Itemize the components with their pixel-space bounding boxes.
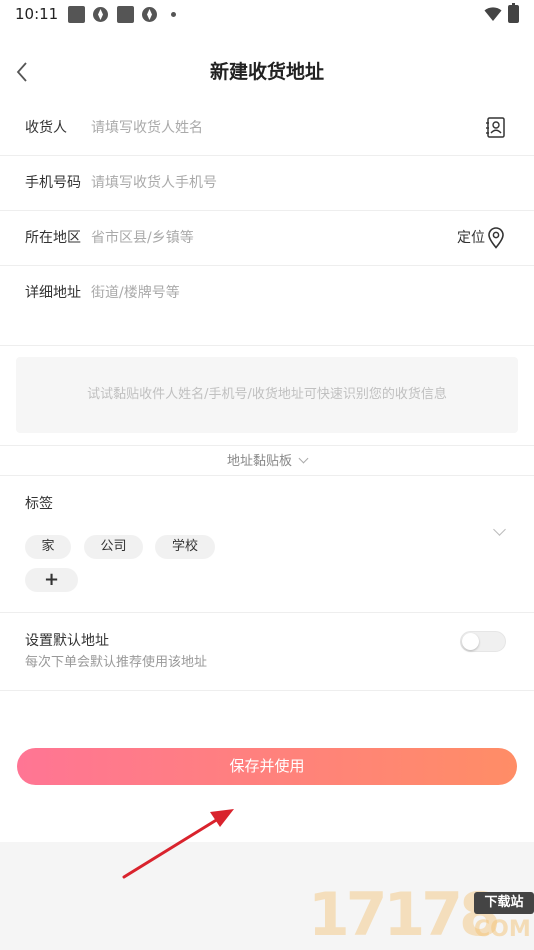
annotation-arrow-icon	[122, 809, 234, 879]
region-input[interactable]: 省市区县/乡镇等	[91, 228, 194, 248]
region-row[interactable]: 所在地区 省市区县/乡镇等	[0, 211, 534, 266]
clipboard-toggle-button[interactable]: 地址黏贴板	[0, 451, 534, 473]
toggle-knob	[462, 633, 479, 650]
save-and-use-button[interactable]: 保存并使用	[17, 748, 517, 785]
default-address-toggle[interactable]	[460, 631, 506, 652]
smart-paste-hint: 试试黏贴收件人姓名/手机号/收货地址可快速识别您的收货信息	[87, 387, 447, 402]
aperture-icon	[93, 7, 108, 22]
notification-square-icon	[68, 6, 85, 23]
divider	[0, 690, 534, 691]
clipboard-label: 地址黏贴板	[226, 454, 292, 469]
more-notifications-dot-icon	[171, 12, 176, 17]
battery-icon	[508, 3, 519, 23]
tags-expand-chevron-icon[interactable]	[493, 523, 506, 536]
locate-button[interactable]: 定位	[457, 228, 485, 248]
divider	[0, 612, 534, 613]
wifi-icon	[484, 7, 502, 21]
watermark-badge: 下载站	[474, 892, 534, 914]
phone-input[interactable]: 请填写收货人手机号	[91, 173, 217, 193]
divider	[0, 345, 534, 346]
status-time: 10:11	[15, 5, 59, 23]
smart-paste-textarea[interactable]: 试试黏贴收件人姓名/手机号/收货地址可快速识别您的收货信息	[16, 357, 518, 433]
tags-title: 标签	[25, 496, 53, 512]
notification-square-icon	[117, 6, 134, 23]
detail-label: 详细地址	[25, 285, 81, 301]
aperture-icon	[142, 7, 157, 22]
tag-company[interactable]: 公司	[84, 535, 143, 559]
watermark-digits: 17178	[308, 880, 501, 950]
address-form-page: 10:11 新建收货地址 收货人 请填写收货人姓名 手机号码 请填写收货人手机号…	[0, 0, 534, 842]
divider	[0, 445, 534, 446]
watermark-suffix: COM	[474, 917, 531, 942]
divider	[0, 475, 534, 476]
status-bar: 10:11	[0, 0, 534, 30]
detail-row[interactable]: 详细地址 街道/楼牌号等	[0, 266, 534, 346]
detail-input[interactable]: 街道/楼牌号等	[91, 283, 180, 303]
chevron-down-icon	[298, 453, 309, 464]
tag-school[interactable]: 学校	[155, 535, 215, 559]
site-watermark: 17178 下载站 COM	[308, 880, 534, 950]
recipient-row[interactable]: 收货人 请填写收货人姓名	[0, 101, 534, 156]
tag-home[interactable]: 家	[25, 535, 71, 559]
page-title: 新建收货地址	[209, 61, 324, 83]
default-address-title: 设置默认地址	[25, 633, 109, 649]
default-address-subtitle: 每次下单会默认推荐使用该地址	[25, 655, 208, 670]
contact-book-icon[interactable]	[485, 117, 506, 138]
phone-label: 手机号码	[25, 175, 81, 191]
location-pin-icon[interactable]	[487, 227, 505, 249]
add-tag-button[interactable]: +	[25, 568, 78, 592]
region-label: 所在地区	[25, 230, 81, 246]
recipient-input[interactable]: 请填写收货人姓名	[91, 118, 203, 138]
recipient-label: 收货人	[25, 120, 67, 136]
phone-row[interactable]: 手机号码 请填写收货人手机号	[0, 156, 534, 211]
